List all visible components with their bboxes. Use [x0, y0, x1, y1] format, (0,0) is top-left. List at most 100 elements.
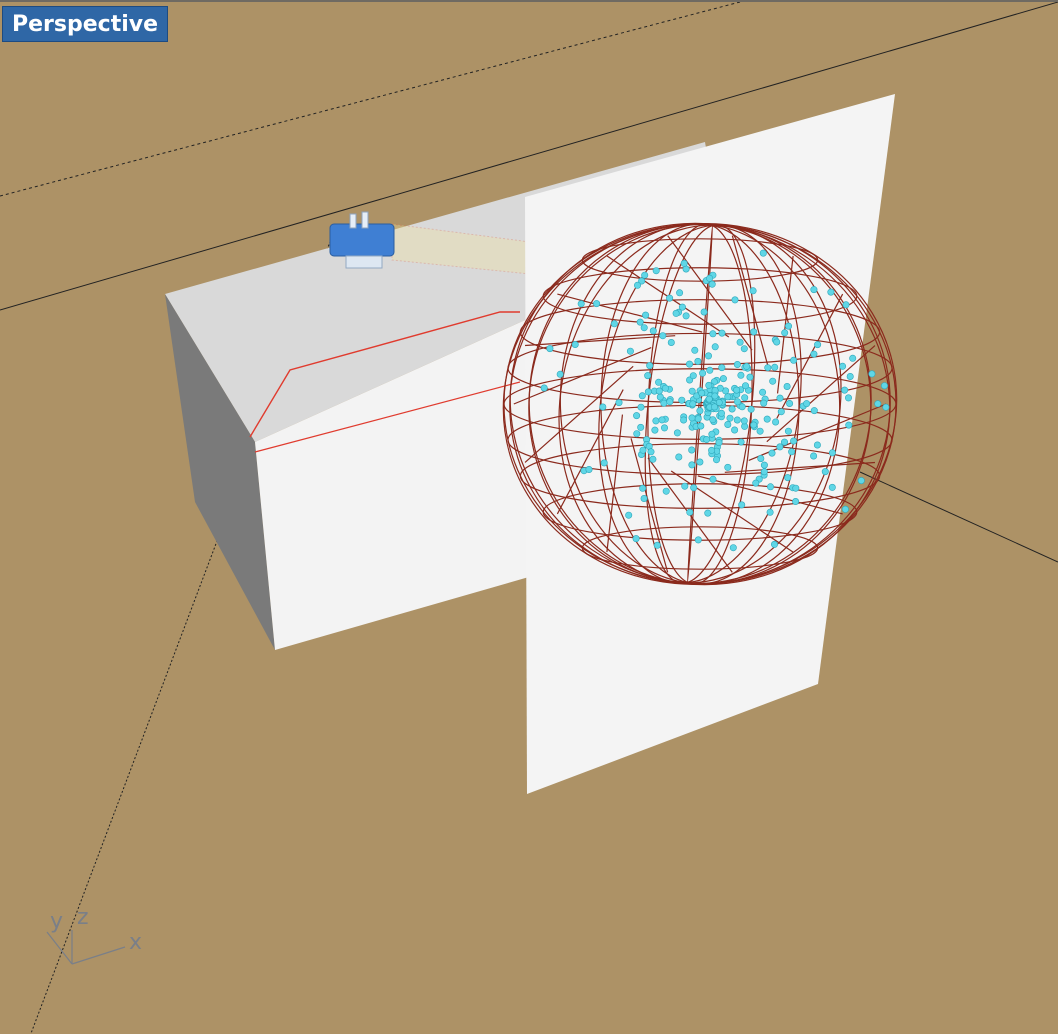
particle — [740, 345, 748, 353]
particle — [814, 341, 822, 349]
particle — [828, 483, 836, 491]
particle — [680, 259, 688, 267]
particle — [688, 446, 696, 454]
particle — [768, 449, 776, 457]
particle — [696, 407, 704, 415]
particle — [770, 540, 778, 548]
particle — [705, 381, 713, 389]
particle — [694, 415, 702, 423]
particle — [678, 396, 686, 404]
particle — [868, 370, 876, 378]
particle — [688, 414, 696, 422]
particle — [699, 369, 707, 377]
particle — [740, 417, 748, 425]
scene-canvas[interactable]: y z x — [0, 2, 1058, 1034]
particle — [652, 417, 660, 425]
particle — [641, 271, 649, 279]
particle — [691, 346, 699, 354]
particle — [844, 394, 852, 402]
particle — [600, 459, 608, 467]
particle — [776, 394, 784, 402]
particle — [694, 536, 702, 544]
particle — [694, 357, 702, 365]
particle — [681, 482, 689, 490]
particle — [776, 443, 784, 451]
particle — [752, 479, 760, 487]
particle — [689, 372, 697, 380]
perspective-viewport[interactable]: y z x Perspective — [0, 0, 1058, 1034]
particle — [724, 420, 732, 428]
particle — [633, 412, 641, 420]
particle — [841, 505, 849, 513]
particle — [709, 330, 717, 338]
particle — [792, 484, 800, 492]
particle — [790, 356, 798, 364]
particle — [649, 327, 657, 335]
particle — [845, 421, 853, 429]
particle — [733, 398, 741, 406]
particle — [649, 455, 657, 463]
particle — [709, 475, 717, 483]
particle — [738, 403, 746, 411]
particle — [737, 371, 745, 379]
particle — [639, 484, 647, 492]
particle — [662, 487, 670, 495]
particle — [790, 437, 798, 445]
particle — [764, 364, 772, 372]
particle — [676, 289, 684, 297]
particle — [737, 438, 745, 446]
particle — [644, 372, 652, 380]
particle — [842, 301, 850, 309]
particle — [697, 422, 705, 430]
particle — [661, 384, 669, 392]
particle — [784, 427, 792, 435]
particle — [666, 398, 674, 406]
particle — [686, 508, 694, 516]
particle — [728, 405, 736, 413]
particle — [821, 468, 829, 476]
particle — [760, 461, 768, 469]
particle — [656, 393, 664, 401]
particle — [810, 452, 818, 460]
particle — [756, 427, 764, 435]
axis-gizmo — [46, 930, 126, 965]
particle — [625, 511, 633, 519]
particle — [874, 400, 882, 408]
particle — [660, 399, 668, 407]
particle — [706, 274, 714, 282]
particle — [698, 389, 706, 397]
particle — [712, 456, 720, 464]
particle — [685, 360, 693, 368]
particle — [639, 446, 647, 454]
particle — [839, 362, 847, 370]
axis-label-x: x — [129, 930, 142, 955]
particle — [743, 362, 751, 370]
particle — [633, 430, 641, 438]
particle — [724, 393, 732, 401]
axis-label-z: z — [77, 905, 89, 930]
particle — [777, 408, 785, 416]
particle — [792, 497, 800, 505]
particle — [784, 322, 792, 330]
particle — [632, 535, 640, 543]
particle — [700, 308, 708, 316]
particle — [771, 363, 779, 371]
particle — [655, 387, 663, 395]
particle — [715, 439, 723, 447]
particle — [666, 294, 674, 302]
particle — [696, 458, 704, 466]
particle — [738, 501, 746, 509]
particle — [682, 312, 690, 320]
particle — [585, 465, 593, 473]
particle — [736, 338, 744, 346]
particle — [749, 287, 757, 295]
particle — [733, 386, 741, 394]
particle — [741, 382, 749, 390]
particle — [783, 382, 791, 390]
particle — [640, 494, 648, 502]
particle — [706, 366, 714, 374]
particle — [675, 453, 683, 461]
particle — [750, 421, 758, 429]
particle — [717, 409, 725, 417]
viewport-title-tab[interactable]: Perspective — [2, 6, 169, 42]
